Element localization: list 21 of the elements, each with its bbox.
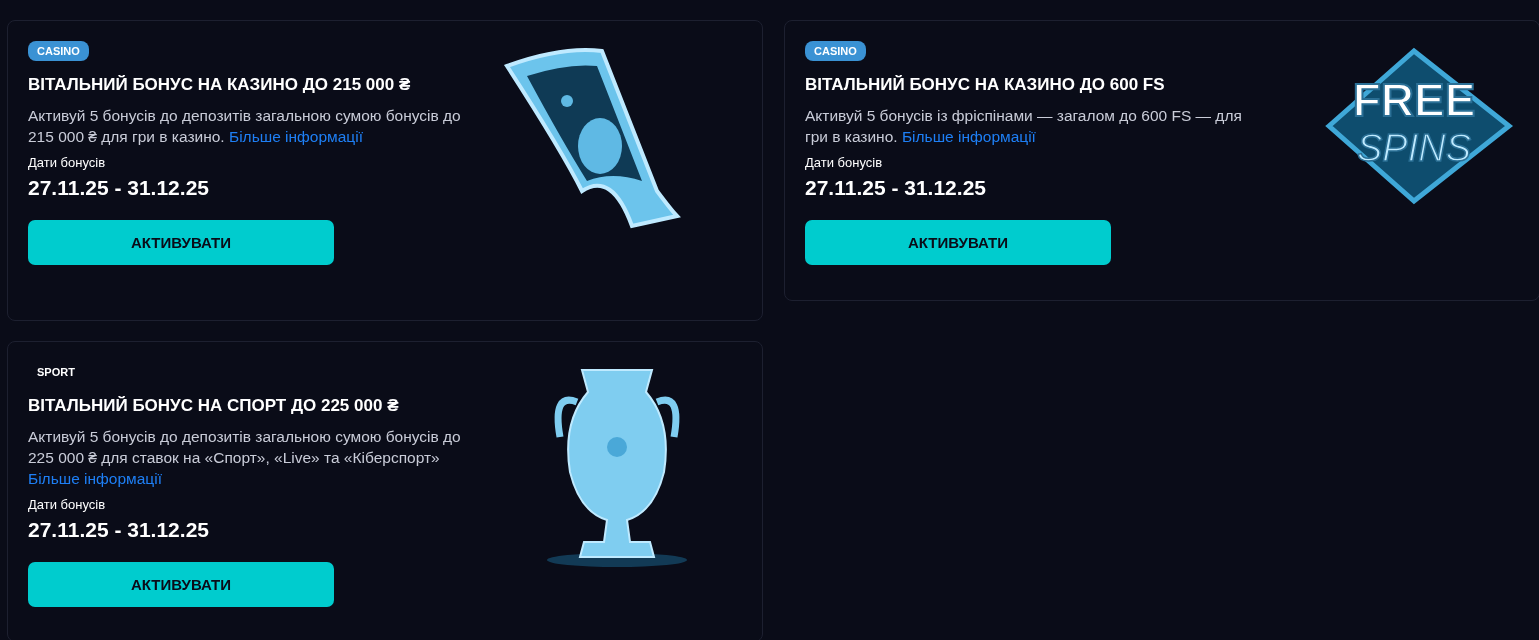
activate-button[interactable]: АКТИВУВАТИ [28, 562, 334, 607]
bonus-title: ВІТАЛЬНИЙ БОНУС НА СПОРТ ДО 225 000 ₴ [28, 396, 399, 416]
more-info-link[interactable]: Більше інформації [28, 470, 162, 487]
bonus-description: Активуй 5 бонусів до депозитів загальною сумою бонусів до 215 000 ₴ для гри в казино. Більше інформації [28, 106, 462, 147]
bonus-title: ВІТАЛЬНИЙ БОНУС НА КАЗИНО ДО 215 000 ₴ [28, 75, 411, 95]
bonus-description: Активуй 5 бонусів із фріспінами — загалом до 600 FS — для гри в казино. Більше інформації [805, 106, 1243, 147]
more-info-link[interactable]: Більше інформації [901, 128, 1036, 145]
dates-label: Дати бонусів [28, 497, 106, 512]
bonus-title: ВІТАЛЬНИЙ БОНУС НА КАЗИНО ДО 600 FS [805, 75, 1165, 95]
bonus-dates: 27.11.25 - 31.12.25 [28, 176, 209, 200]
dates-label: Дати бонусів [805, 155, 883, 170]
bonus-description: Активуй 5 бонусів до депозитів загальною сумою бонусів до 225 000 ₴ для ставок на «Спорт», «Live» та «Кіберспорт» Більше інформації [28, 427, 462, 489]
category-tag: CASINO [28, 41, 89, 61]
bonus-dates: 27.11.25 - 31.12.25 [805, 176, 986, 200]
category-tag: SPORT [28, 362, 84, 382]
dates-label: Дати бонусів [28, 155, 106, 170]
activate-button[interactable]: АКТИВУВАТИ [805, 220, 1111, 265]
bonus-dates: 27.11.25 - 31.12.25 [28, 518, 209, 542]
category-tag: CASINO [805, 41, 866, 61]
more-info-link[interactable]: Більше інформації [228, 128, 363, 145]
activate-button[interactable]: АКТИВУВАТИ [28, 220, 334, 265]
